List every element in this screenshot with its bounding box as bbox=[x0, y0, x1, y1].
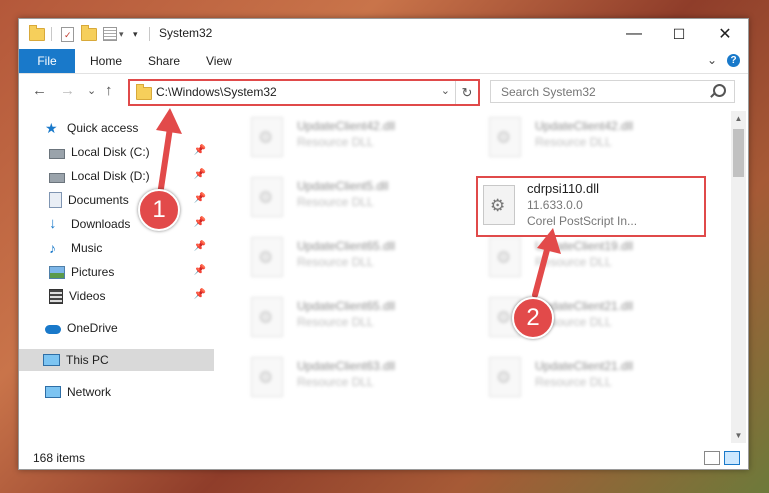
address-row: ← → ⌄ ↑ C:\Windows\System32 ⌄ ↻ bbox=[19, 75, 748, 107]
dll-file-icon bbox=[251, 297, 283, 337]
pin-icon[interactable]: 📌 bbox=[194, 145, 206, 156]
quick-access-toolbar bbox=[29, 24, 45, 42]
toolbar-separator bbox=[51, 27, 52, 41]
pin-icon[interactable]: 📌 bbox=[194, 169, 206, 180]
search-icon[interactable] bbox=[713, 84, 726, 97]
list-item[interactable]: UpdateClient5.dll Resource DLL bbox=[241, 173, 471, 223]
minimize-button[interactable]: — bbox=[611, 19, 657, 49]
address-dropdown-icon[interactable]: ⌄ bbox=[441, 84, 450, 97]
up-icon[interactable]: ↑ bbox=[105, 82, 113, 99]
title-bar: ✓ ▾ ▾ System32 — ☐ ✕ bbox=[19, 19, 748, 49]
search-input[interactable] bbox=[499, 83, 703, 101]
videos-icon bbox=[49, 288, 63, 304]
toolbar-dropdown-icon[interactable]: ▾ bbox=[133, 26, 138, 42]
expand-ribbon-icon[interactable]: ⌄ bbox=[707, 53, 717, 67]
nav-item-downloads[interactable]: ↓ Downloads 📌 bbox=[49, 213, 214, 235]
window-title: System32 bbox=[159, 26, 213, 40]
file-description: Corel PostScript In... bbox=[527, 214, 638, 228]
vertical-scrollbar[interactable]: ▲ ▼ bbox=[731, 111, 746, 443]
new-folder-icon[interactable] bbox=[81, 24, 97, 42]
nav-item-quick-access[interactable]: ★ Quick access bbox=[45, 117, 214, 139]
customize-toolbar-icon[interactable]: ▾ bbox=[103, 26, 124, 42]
list-item[interactable]: UpdateClient65.dll Resource DLL bbox=[241, 293, 471, 343]
maximize-button[interactable]: ☐ bbox=[656, 19, 702, 49]
dll-file-icon bbox=[489, 357, 521, 397]
dll-file-icon bbox=[251, 117, 283, 157]
cloud-icon bbox=[45, 325, 61, 334]
folder-icon bbox=[136, 84, 152, 100]
callout-badge-1: 1 bbox=[138, 189, 180, 231]
file-name: cdrpsi110.dll bbox=[527, 181, 600, 196]
ribbon: File Home Share View ⌄ ? bbox=[19, 49, 748, 74]
download-icon: ↓ bbox=[49, 215, 57, 232]
back-icon[interactable]: ← bbox=[32, 82, 47, 99]
forward-icon[interactable]: → bbox=[60, 82, 75, 99]
pin-icon[interactable]: 📌 bbox=[194, 193, 206, 204]
list-item[interactable]: UpdateClient42.dll Resource DLL bbox=[241, 113, 471, 163]
file-explorer-window: ✓ ▾ ▾ System32 — ☐ ✕ File Home Share Vie… bbox=[18, 18, 749, 470]
highlighted-file-cdrpsi110[interactable]: cdrpsi110.dll 11.633.0.0 Corel PostScrip… bbox=[476, 176, 706, 237]
nav-item-local-disk-d[interactable]: Local Disk (D:) 📌 bbox=[49, 165, 214, 187]
tab-home[interactable]: Home bbox=[90, 49, 122, 73]
dll-file-icon bbox=[489, 117, 521, 157]
dll-file-icon bbox=[483, 185, 515, 225]
scroll-up-icon[interactable]: ▲ bbox=[731, 111, 746, 126]
tab-share[interactable]: Share bbox=[148, 49, 180, 73]
recent-locations-icon[interactable]: ⌄ bbox=[87, 84, 96, 97]
tab-file[interactable]: File bbox=[19, 49, 75, 73]
nav-item-documents[interactable]: Documents 📌 bbox=[49, 189, 214, 211]
music-icon: ♪ bbox=[49, 240, 56, 256]
scroll-down-icon[interactable]: ▼ bbox=[731, 428, 746, 443]
tab-view[interactable]: View bbox=[206, 49, 232, 73]
navigation-pane: ★ Quick access Local Disk (C:) 📌 Local D… bbox=[19, 115, 214, 431]
nav-item-music[interactable]: ♪ Music 📌 bbox=[49, 237, 214, 259]
help-icon[interactable]: ? bbox=[727, 53, 740, 67]
computer-icon bbox=[43, 354, 60, 366]
dll-file-icon bbox=[251, 237, 283, 277]
nav-item-this-pc[interactable]: This PC bbox=[19, 349, 214, 371]
nav-item-pictures[interactable]: Pictures 📌 bbox=[49, 261, 214, 283]
list-item[interactable]: UpdateClient21.dll Resource DLL bbox=[479, 353, 709, 403]
dll-file-icon bbox=[489, 237, 521, 277]
nav-item-local-disk-c[interactable]: Local Disk (C:) 📌 bbox=[49, 141, 214, 163]
pin-icon[interactable]: 📌 bbox=[194, 265, 206, 276]
address-bar[interactable]: C:\Windows\System32 ⌄ ↻ bbox=[128, 79, 480, 106]
list-item[interactable]: UpdateClient19.dll Resource DLL bbox=[479, 233, 709, 283]
pin-icon[interactable]: 📌 bbox=[194, 217, 206, 228]
pin-icon[interactable]: 📌 bbox=[194, 241, 206, 252]
refresh-icon[interactable]: ↻ bbox=[455, 81, 478, 104]
properties-icon[interactable]: ✓ bbox=[61, 26, 74, 42]
item-count: 168 items bbox=[33, 451, 86, 465]
status-bar: 168 items bbox=[19, 445, 748, 469]
close-button[interactable]: ✕ bbox=[702, 19, 748, 49]
star-icon: ★ bbox=[45, 120, 58, 136]
file-list: UpdateClient42.dll Resource DLL UpdateCl… bbox=[231, 111, 731, 441]
callout-badge-2: 2 bbox=[512, 297, 554, 339]
file-version: 11.633.0.0 bbox=[527, 198, 583, 212]
dll-file-icon bbox=[251, 177, 283, 217]
drive-icon bbox=[49, 173, 65, 183]
drive-icon bbox=[49, 149, 65, 159]
nav-item-videos[interactable]: Videos 📌 bbox=[49, 285, 214, 307]
pictures-icon bbox=[49, 265, 65, 279]
scrollbar-thumb[interactable] bbox=[733, 129, 744, 177]
dll-file-icon bbox=[251, 357, 283, 397]
folder-icon bbox=[29, 24, 45, 41]
network-icon bbox=[45, 386, 61, 398]
address-path: C:\Windows\System32 bbox=[156, 85, 277, 99]
documents-icon bbox=[49, 192, 62, 208]
pin-icon[interactable]: 📌 bbox=[194, 289, 206, 300]
list-item[interactable]: UpdateClient42.dll Resource DLL bbox=[479, 113, 709, 163]
list-item[interactable]: UpdateClient63.dll Resource DLL bbox=[241, 353, 471, 403]
search-box[interactable] bbox=[490, 80, 735, 103]
nav-item-onedrive[interactable]: OneDrive bbox=[45, 317, 214, 339]
large-icons-view-icon[interactable] bbox=[724, 451, 740, 465]
list-item[interactable]: UpdateClient65.dll Resource DLL bbox=[241, 233, 471, 283]
nav-item-network[interactable]: Network bbox=[45, 381, 214, 403]
details-view-icon[interactable] bbox=[704, 451, 720, 465]
